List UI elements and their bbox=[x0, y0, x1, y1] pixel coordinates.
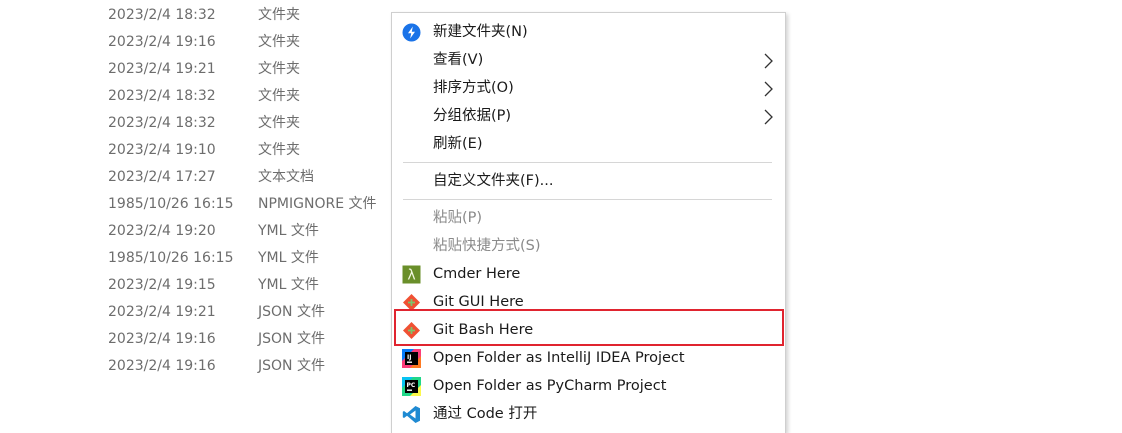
file-type: 文件夹 bbox=[258, 7, 300, 23]
file-row[interactable]: 2023/2/4 19:20 YML 文件 bbox=[0, 218, 390, 245]
file-type: NPMIGNORE 文件 bbox=[258, 196, 377, 212]
file-row[interactable]: 2023/2/4 19:16 JSON 文件 bbox=[0, 353, 390, 380]
svg-text:IJ: IJ bbox=[407, 354, 411, 361]
menu-item-label: 分组依据(P) bbox=[433, 108, 512, 124]
file-date: 2023/2/4 19:16 bbox=[108, 34, 216, 50]
file-list: 2023/2/4 18:32 文件夹 2023/2/4 19:16 文件夹 2023… bbox=[0, 0, 390, 420]
file-type: YML 文件 bbox=[258, 277, 319, 293]
file-type: YML 文件 bbox=[258, 250, 319, 266]
file-type: YML 文件 bbox=[258, 223, 319, 239]
menu-item-git-bash-here[interactable]: Git Bash Here bbox=[392, 317, 785, 344]
menu-item-view[interactable]: 查看(V) bbox=[392, 47, 785, 74]
menu-item-open-intellij[interactable]: IJ Open Folder as IntelliJ IDEA Project bbox=[392, 345, 785, 372]
menu-item-label: 自定义文件夹(F)... bbox=[433, 173, 554, 189]
svg-text:PC: PC bbox=[407, 382, 416, 389]
menu-item-label: 粘贴(P) bbox=[433, 210, 483, 226]
file-row[interactable]: 2023/2/4 18:32 文件夹 bbox=[0, 83, 390, 110]
file-row[interactable]: 2023/2/4 18:32 文件夹 bbox=[0, 110, 390, 137]
file-date: 2023/2/4 19:10 bbox=[108, 142, 216, 158]
menu-item-label: 新建文件夹(N) bbox=[433, 24, 528, 40]
menu-item-open-pycharm[interactable]: PC Open Folder as PyCharm Project bbox=[392, 373, 785, 400]
menu-item-paste: 粘贴(P) bbox=[392, 205, 785, 232]
file-date: 2023/2/4 19:15 bbox=[108, 277, 216, 293]
file-date: 2023/2/4 18:32 bbox=[108, 115, 216, 131]
menu-item-label: 查看(V) bbox=[433, 52, 484, 68]
menu-item-label: 排序方式(O) bbox=[433, 80, 514, 96]
file-type: JSON 文件 bbox=[258, 358, 325, 374]
menu-item-cmder-here[interactable]: λ Cmder Here bbox=[392, 261, 785, 288]
menu-item-label: 通过 Code 打开 bbox=[433, 406, 538, 422]
file-type: 文件夹 bbox=[258, 88, 300, 104]
file-type: JSON 文件 bbox=[258, 304, 325, 320]
menu-item-label: 粘贴快捷方式(S) bbox=[433, 238, 541, 254]
file-row[interactable]: 2023/2/4 19:16 文件夹 bbox=[0, 29, 390, 56]
file-date: 2023/2/4 19:21 bbox=[108, 61, 216, 77]
file-row[interactable]: 2023/2/4 19:10 文件夹 bbox=[0, 137, 390, 164]
git-diamond-icon bbox=[402, 293, 421, 312]
git-diamond-icon bbox=[402, 321, 421, 340]
menu-item-git-gui-here[interactable]: Git GUI Here bbox=[392, 289, 785, 316]
file-type: 文件夹 bbox=[258, 115, 300, 131]
chevron-right-icon bbox=[761, 52, 775, 69]
intellij-idea-icon: IJ bbox=[402, 349, 421, 368]
chevron-right-icon bbox=[761, 80, 775, 97]
file-type: 文件夹 bbox=[258, 34, 300, 50]
menu-item-refresh[interactable]: 刷新(E) bbox=[392, 131, 785, 158]
file-type: JSON 文件 bbox=[258, 331, 325, 347]
menu-item-open-with-code[interactable]: 通过 Code 打开 bbox=[392, 401, 785, 428]
svg-text:λ: λ bbox=[407, 268, 415, 284]
menu-item-label: Cmder Here bbox=[433, 266, 521, 282]
file-row[interactable]: 2023/2/4 19:21 文件夹 bbox=[0, 56, 390, 83]
menu-item-group-by[interactable]: 分组依据(P) bbox=[392, 103, 785, 130]
file-date: 1985/10/26 16:15 bbox=[108, 196, 234, 212]
file-date: 2023/2/4 17:27 bbox=[108, 169, 216, 185]
blue-circle-bolt-icon bbox=[402, 23, 421, 42]
menu-item-sort-by[interactable]: 排序方式(O) bbox=[392, 75, 785, 102]
file-date: 2023/2/4 18:32 bbox=[108, 7, 216, 23]
context-menu: 新建文件夹(N) 查看(V) 排序方式(O) 分组依据(P) 刷新(E) 自定义… bbox=[391, 12, 786, 433]
menu-item-label: 刷新(E) bbox=[433, 136, 483, 152]
file-date: 2023/2/4 19:20 bbox=[108, 223, 216, 239]
file-date: 2023/2/4 19:16 bbox=[108, 331, 216, 347]
file-row[interactable]: 2023/2/4 19:21 JSON 文件 bbox=[0, 299, 390, 326]
file-type: 文件夹 bbox=[258, 61, 300, 77]
file-date: 2023/2/4 19:16 bbox=[108, 358, 216, 374]
file-row[interactable]: 2023/2/4 18:32 文件夹 bbox=[0, 2, 390, 29]
file-row[interactable]: 1985/10/26 16:15 YML 文件 bbox=[0, 245, 390, 272]
chevron-right-icon bbox=[761, 108, 775, 125]
file-row[interactable]: 2023/2/4 19:16 JSON 文件 bbox=[0, 326, 390, 353]
file-type: 文本文档 bbox=[258, 169, 314, 185]
menu-separator bbox=[403, 199, 772, 200]
menu-item-customize-folder[interactable]: 自定义文件夹(F)... bbox=[392, 168, 785, 195]
lambda-icon: λ bbox=[402, 265, 421, 284]
menu-item-new-folder[interactable]: 新建文件夹(N) bbox=[392, 19, 785, 46]
menu-separator bbox=[403, 162, 772, 163]
menu-item-label: Git GUI Here bbox=[433, 294, 524, 310]
menu-item-label: Git Bash Here bbox=[433, 322, 534, 338]
menu-item-label: Open Folder as IntelliJ IDEA Project bbox=[433, 350, 685, 366]
file-row[interactable]: 2023/2/4 19:15 YML 文件 bbox=[0, 272, 390, 299]
menu-item-label: Open Folder as PyCharm Project bbox=[433, 378, 667, 394]
file-type: 文件夹 bbox=[258, 142, 300, 158]
file-row[interactable]: 1985/10/26 16:15 NPMIGNORE 文件 bbox=[0, 191, 390, 218]
file-date: 2023/2/4 19:21 bbox=[108, 304, 216, 320]
file-row[interactable]: 2023/2/4 17:27 文本文档 bbox=[0, 164, 390, 191]
pycharm-icon: PC bbox=[402, 377, 421, 396]
menu-item-paste-shortcut: 粘贴快捷方式(S) bbox=[392, 233, 785, 260]
file-date: 1985/10/26 16:15 bbox=[108, 250, 234, 266]
vscode-icon bbox=[402, 405, 421, 424]
file-date: 2023/2/4 18:32 bbox=[108, 88, 216, 104]
